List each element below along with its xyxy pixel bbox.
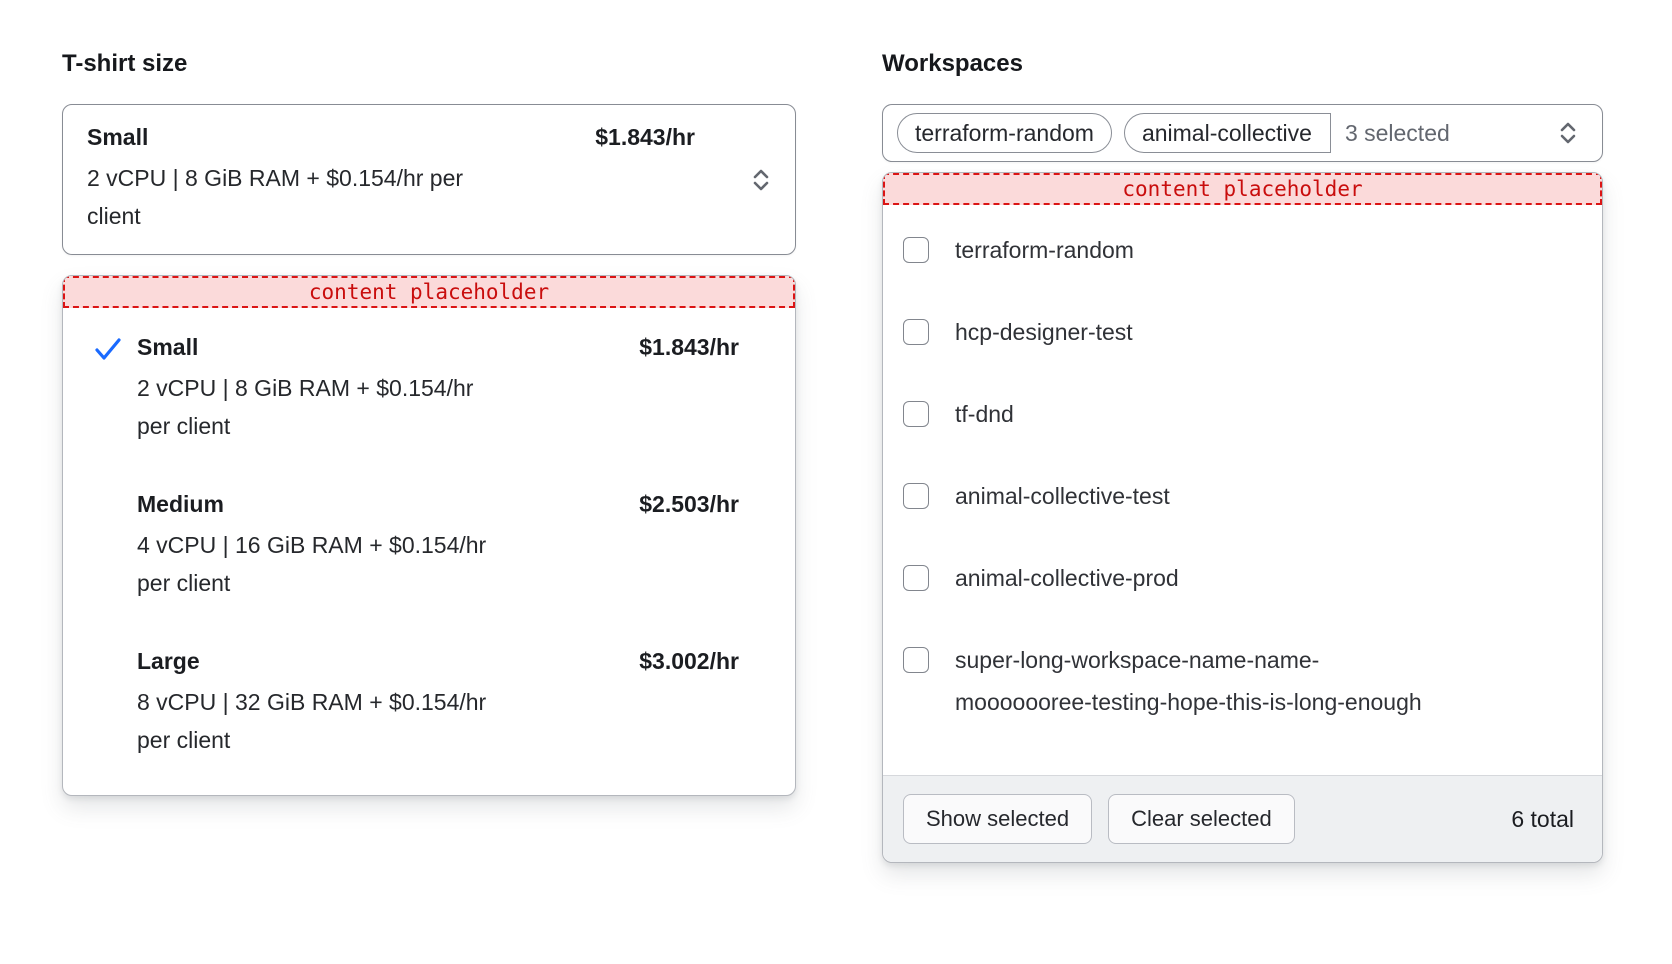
workspaces-select-trigger[interactable]: terraform-random animal-collective 3 sel… [882,104,1603,162]
option-description: 8 vCPU | 32 GiB RAM + $0.154/hr per clie… [137,683,493,759]
workspace-checkbox[interactable] [903,647,929,673]
content-placeholder: content placeholder [883,173,1602,205]
workspace-name: tf-dnd [955,399,1014,429]
option-name: Large [137,646,200,676]
tshirt-listbox: content placeholder Small $1.843/hr 2 vC… [62,275,796,796]
option-price: $2.503/hr [639,489,739,519]
workspaces-section: Workspaces terraform-random animal-colle… [882,50,1603,863]
clear-selected-button[interactable]: Clear selected [1108,794,1295,844]
workspace-name: hcp-designer-test [955,317,1133,347]
tag-pill-terraform-random: terraform-random [897,113,1112,153]
selected-size-price: $1.843/hr [595,122,695,152]
workspace-option[interactable]: tf-dnd [883,399,1602,429]
workspaces-footer: Show selected Clear selected 6 total [883,775,1602,862]
workspace-checkbox[interactable] [903,401,929,427]
workspace-name: terraform-random [955,235,1134,265]
option-price: $1.843/hr [639,332,739,362]
size-option-large[interactable]: Large $3.002/hr 8 vCPU | 32 GiB RAM + $0… [63,646,795,759]
workspace-option[interactable]: hcp-designer-test [883,317,1602,347]
tshirt-size-label: T-shirt size [62,50,796,78]
caret-updown-icon [749,166,773,194]
workspace-checkbox[interactable] [903,237,929,263]
check-placeholder [93,646,123,649]
size-option-medium[interactable]: Medium $2.503/hr 4 vCPU | 16 GiB RAM + $… [63,489,795,602]
option-description: 4 vCPU | 16 GiB RAM + $0.154/hr per clie… [137,526,493,602]
workspace-name: animal-collective-test [955,481,1170,511]
workspace-checkbox[interactable] [903,319,929,345]
check-icon [93,332,123,363]
check-placeholder [93,489,123,492]
selected-count: 3 selected [1345,120,1450,147]
workspace-name: super-long-workspace-name-name-moooooore… [955,639,1440,723]
tag-pill-animal-collective: animal-collective [1124,113,1331,153]
workspace-checkbox[interactable] [903,483,929,509]
total-count: 6 total [1511,806,1582,833]
option-name: Medium [137,489,224,519]
workspace-option[interactable]: animal-collective-prod [883,563,1602,593]
option-price: $3.002/hr [639,646,739,676]
option-name: Small [137,332,198,362]
tshirt-size-section: T-shirt size Small $1.843/hr 2 vCPU | 8 … [62,50,796,796]
size-option-small[interactable]: Small $1.843/hr 2 vCPU | 8 GiB RAM + $0.… [63,332,795,445]
option-description: 2 vCPU | 8 GiB RAM + $0.154/hr per clien… [137,369,493,445]
content-placeholder: content placeholder [63,276,795,308]
workspace-name: animal-collective-prod [955,563,1179,593]
show-selected-button[interactable]: Show selected [903,794,1092,844]
workspaces-listbox: content placeholder terraform-random hcp… [882,172,1603,863]
workspace-option[interactable]: animal-collective-test [883,481,1602,511]
workspaces-label: Workspaces [882,50,1603,78]
workspace-checkbox[interactable] [903,565,929,591]
selected-size-description: 2 vCPU | 8 GiB RAM + $0.154/hr per clien… [87,159,487,235]
workspace-option[interactable]: super-long-workspace-name-name-moooooore… [883,645,1602,723]
caret-updown-icon [1556,119,1580,147]
selected-size-name: Small [87,122,148,152]
tshirt-select-trigger[interactable]: Small $1.843/hr 2 vCPU | 8 GiB RAM + $0.… [62,104,796,255]
workspace-option[interactable]: terraform-random [883,235,1602,265]
